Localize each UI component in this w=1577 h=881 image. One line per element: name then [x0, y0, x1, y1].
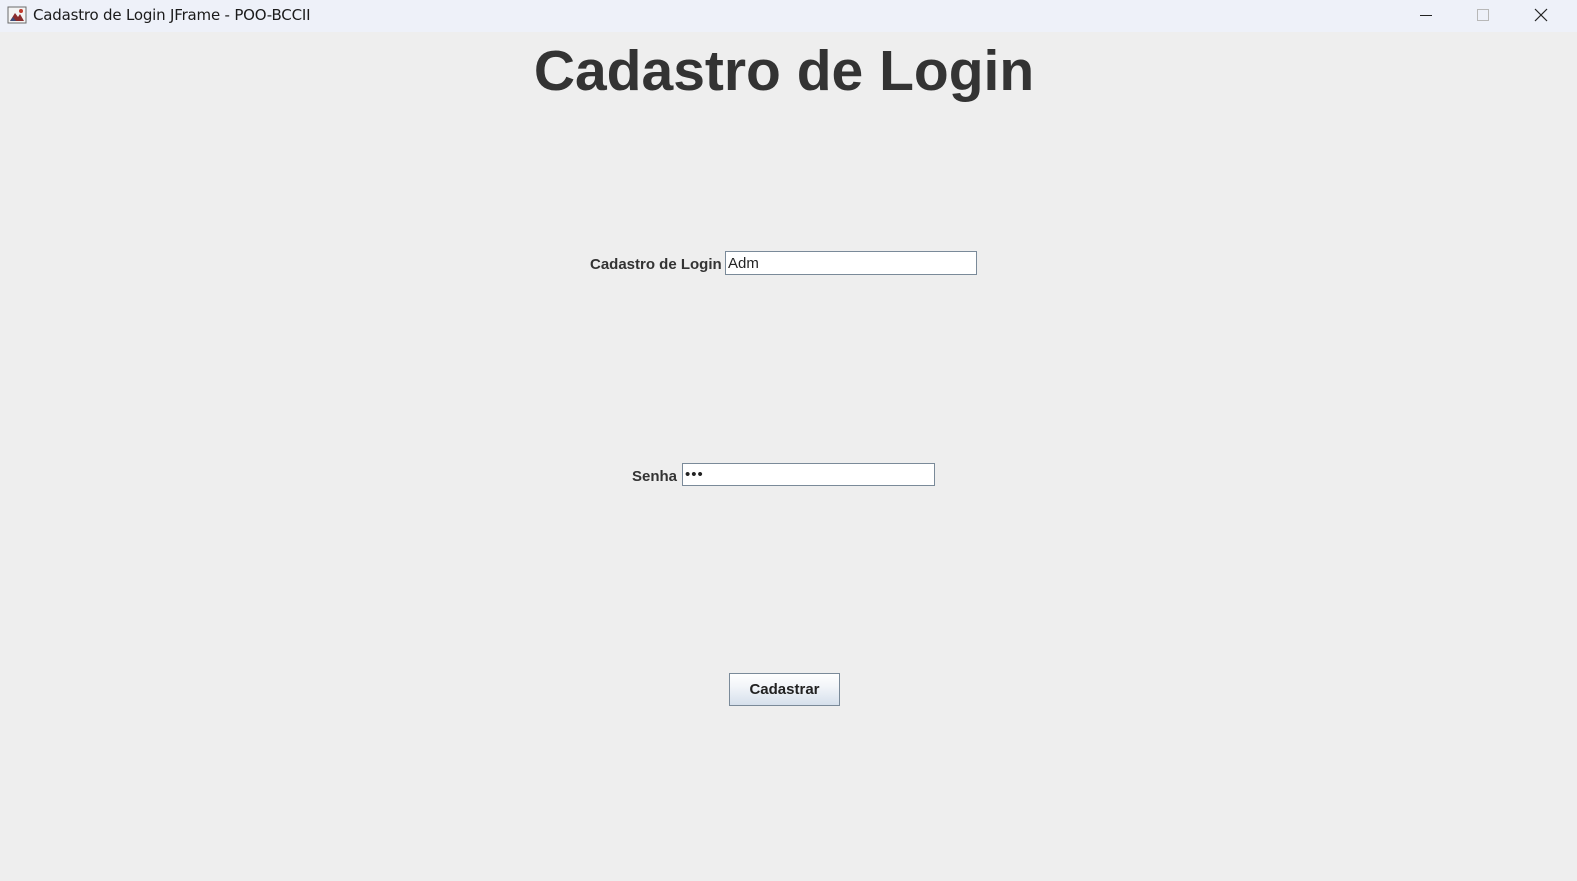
close-icon [1534, 8, 1548, 22]
window-title: Cadastro de Login JFrame - POO-BCCII [33, 6, 311, 24]
maximize-button[interactable] [1455, 0, 1511, 30]
senha-label: Senha [632, 468, 678, 485]
minimize-icon [1420, 9, 1432, 21]
login-input[interactable] [725, 251, 977, 275]
senha-input[interactable] [682, 463, 935, 486]
title-bar[interactable]: Cadastro de Login JFrame - POO-BCCII [0, 0, 1577, 32]
java-app-icon [7, 5, 27, 25]
cadastrar-button[interactable]: Cadastrar [729, 673, 840, 706]
login-label: Cadastro de Login [590, 256, 722, 273]
page-title: Cadastro de Login [533, 39, 1035, 103]
maximize-icon [1477, 9, 1489, 21]
app-window: Cadastro de Login JFrame - POO-BCCII Cad… [0, 0, 1577, 881]
close-button[interactable] [1513, 0, 1569, 30]
minimize-button[interactable] [1398, 0, 1454, 30]
